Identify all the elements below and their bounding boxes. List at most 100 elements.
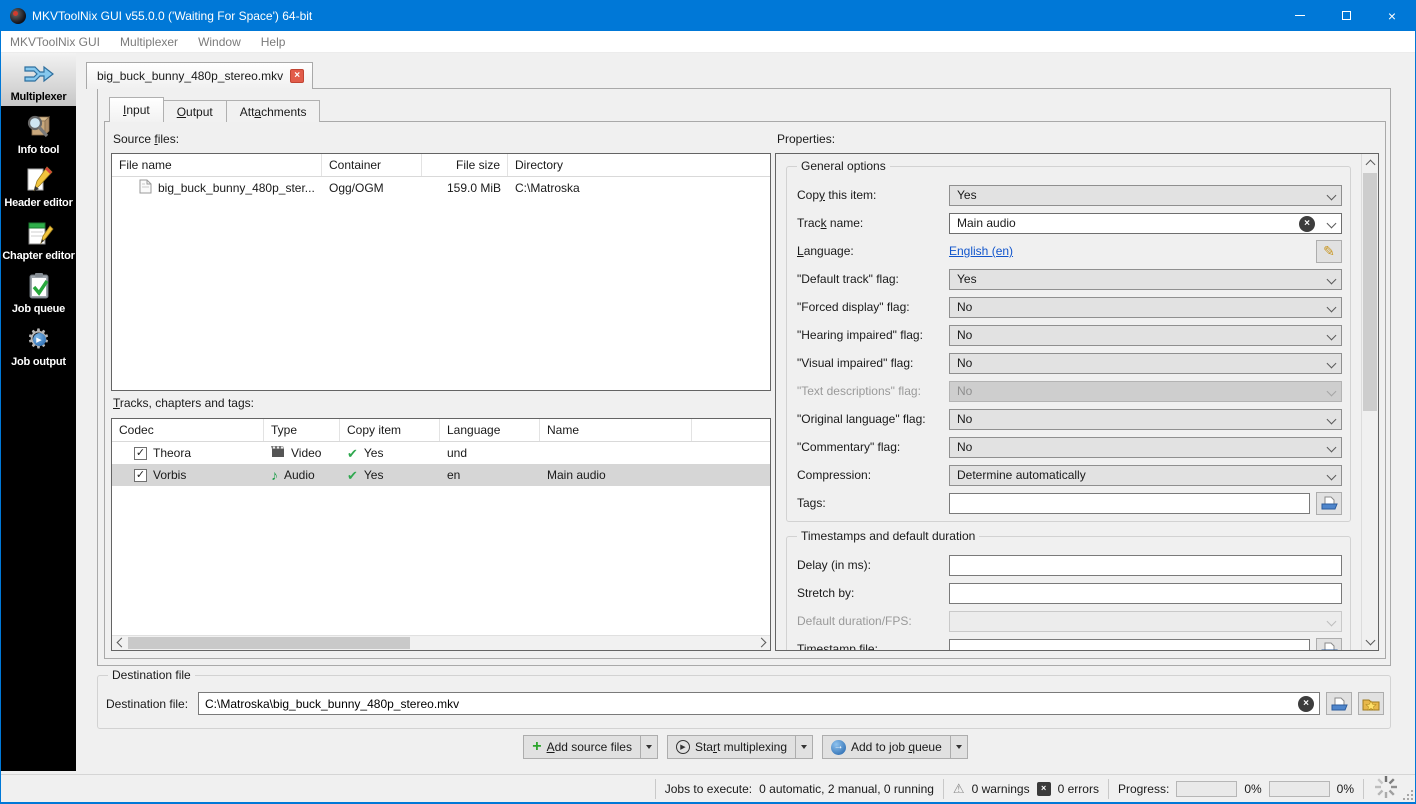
- file-tab[interactable]: big_buck_bunny_480p_stereo.mkv ×: [86, 62, 313, 89]
- dropdown-arrow-icon: [956, 745, 962, 749]
- sidebar-item-job-output[interactable]: ⚙ ▶ Job output: [1, 318, 76, 371]
- scroll-right-icon[interactable]: [755, 636, 770, 649]
- add-source-files-dropdown[interactable]: [640, 736, 657, 758]
- col-directory[interactable]: Directory: [508, 154, 770, 176]
- play-icon: ▶: [676, 740, 690, 754]
- add-to-job-queue-button[interactable]: →Add to job queue: [822, 735, 968, 759]
- chevron-down-icon: [1327, 302, 1337, 312]
- scroll-left-icon[interactable]: [112, 636, 127, 649]
- resize-grip[interactable]: [1403, 790, 1413, 800]
- chevron-down-icon: [1327, 442, 1337, 452]
- clear-icon[interactable]: ×: [1299, 216, 1315, 232]
- track-checkbox[interactable]: ✓: [134, 469, 147, 482]
- window-title: MKVToolNix GUI v55.0.0 ('Waiting For Spa…: [32, 9, 312, 23]
- commentary-flag-label: "Commentary" flag:: [797, 440, 949, 454]
- track-name-combobox[interactable]: Main audio×: [949, 213, 1342, 234]
- chevron-down-icon: [1327, 274, 1337, 284]
- close-icon: ×: [1388, 9, 1396, 23]
- video-track-icon: [271, 445, 285, 461]
- file-icon: [139, 179, 152, 197]
- tags-label: Tags:: [797, 496, 949, 510]
- language-link[interactable]: English (en): [949, 244, 1013, 258]
- warnings-count: 0 warnings: [972, 782, 1030, 796]
- compression-select[interactable]: Determine automatically: [949, 465, 1342, 486]
- col-type[interactable]: Type: [264, 419, 340, 441]
- scrollbar-thumb[interactable]: [1363, 173, 1377, 411]
- sidebar-item-header-editor[interactable]: Header editor: [1, 159, 76, 212]
- stretch-by-input[interactable]: [949, 583, 1342, 604]
- delay-input[interactable]: [949, 555, 1342, 576]
- tracks-label: Tracks, chapters and tags:: [113, 396, 254, 410]
- col-file-name[interactable]: File name: [112, 154, 322, 176]
- open-file-icon: [1331, 697, 1348, 711]
- tracks-horizontal-scrollbar[interactable]: [112, 635, 770, 650]
- tab-close-icon[interactable]: ×: [290, 69, 304, 83]
- add-source-files-button[interactable]: +Add source files: [523, 735, 658, 759]
- chevron-down-icon: [1327, 218, 1337, 228]
- timestamp-file-input[interactable]: [949, 639, 1310, 651]
- sidebar-item-chapter-editor[interactable]: Chapter editor: [1, 212, 76, 265]
- col-codec[interactable]: Codec: [112, 419, 264, 441]
- minimize-icon: [1295, 15, 1305, 16]
- start-multiplexing-button[interactable]: ▶Start multiplexing: [667, 735, 813, 759]
- recent-destination-button[interactable]: [1358, 692, 1384, 715]
- source-file-name: big_buck_bunny_480p_ster...: [158, 181, 315, 195]
- forced-display-flag-label: "Forced display" flag:: [797, 300, 949, 314]
- default-track-flag-select[interactable]: Yes: [949, 269, 1342, 290]
- tab-output[interactable]: Output: [163, 100, 227, 122]
- copy-this-item-select[interactable]: Yes: [949, 185, 1342, 206]
- visual-impaired-flag-select[interactable]: No: [949, 353, 1342, 374]
- language-label: Language:: [797, 244, 949, 258]
- destination-file-input[interactable]: [198, 692, 1320, 715]
- chevron-down-icon: [1327, 386, 1337, 396]
- visual-impaired-flag-label: "Visual impaired" flag:: [797, 356, 949, 370]
- source-files-table: File name Container File size Directory …: [111, 153, 771, 391]
- col-file-size[interactable]: File size: [422, 154, 508, 176]
- commentary-flag-select[interactable]: No: [949, 437, 1342, 458]
- menu-multiplexer[interactable]: Multiplexer: [110, 31, 188, 52]
- tab-attachments[interactable]: Attachments: [226, 100, 321, 122]
- col-name[interactable]: Name: [540, 419, 692, 441]
- add-to-job-queue-dropdown[interactable]: [950, 736, 967, 758]
- warning-icon: ⚠: [953, 782, 965, 795]
- properties-vertical-scrollbar[interactable]: [1361, 154, 1378, 650]
- menu-help[interactable]: Help: [251, 31, 296, 52]
- maximize-button[interactable]: [1323, 0, 1369, 31]
- destination-file-label: Destination file:: [106, 697, 192, 711]
- input-tab-panel: Source files: File name Container File s…: [104, 121, 1386, 659]
- clear-icon[interactable]: ×: [1298, 696, 1314, 712]
- scroll-up-icon[interactable]: [1362, 154, 1378, 171]
- track-checkbox[interactable]: ✓: [134, 447, 147, 460]
- timestamps-group: Timestamps and default duration Delay (i…: [786, 536, 1351, 650]
- start-multiplexing-dropdown[interactable]: [795, 736, 812, 758]
- tab-input[interactable]: Input: [109, 97, 164, 122]
- source-file-row[interactable]: big_buck_bunny_480p_ster... Ogg/OGM 159.…: [112, 177, 770, 199]
- minimize-button[interactable]: [1277, 0, 1323, 31]
- sidebar-item-info-tool[interactable]: Info tool: [1, 106, 76, 159]
- original-language-flag-select[interactable]: No: [949, 409, 1342, 430]
- menu-window[interactable]: Window: [188, 31, 251, 52]
- scroll-down-icon[interactable]: [1362, 633, 1378, 650]
- browse-destination-button[interactable]: [1326, 692, 1352, 715]
- browse-tags-button[interactable]: [1316, 492, 1342, 515]
- col-language[interactable]: Language: [440, 419, 540, 441]
- hearing-impaired-flag-select[interactable]: No: [949, 325, 1342, 346]
- sidebar-item-job-queue[interactable]: Job queue: [1, 265, 76, 318]
- browse-timestamp-button[interactable]: [1316, 638, 1342, 651]
- col-container[interactable]: Container: [322, 154, 422, 176]
- col-copy-item[interactable]: Copy item: [340, 419, 440, 441]
- track-row-video[interactable]: ✓ Theora Video ✔ Yes und: [112, 442, 770, 464]
- sidebar-item-multiplexer[interactable]: Multiplexer: [1, 53, 76, 106]
- multiplexer-merge-icon: [23, 58, 55, 90]
- source-file-size: 159.0 MiB: [447, 181, 501, 195]
- track-row-audio[interactable]: ✓ Vorbis ♪ Audio ✔ Yes en: [112, 464, 770, 486]
- destination-group: Destination file Destination file: ×: [97, 675, 1391, 729]
- edit-language-button[interactable]: ✎: [1316, 240, 1342, 263]
- source-file-container: Ogg/OGM: [329, 181, 384, 195]
- tags-input[interactable]: [949, 493, 1310, 514]
- menu-mkvtoolnix-gui[interactable]: MKVToolNix GUI: [1, 31, 110, 52]
- scrollbar-thumb[interactable]: [128, 637, 410, 649]
- close-button[interactable]: ×: [1369, 0, 1415, 31]
- tracks-header: Codec Type Copy item Language Name: [112, 419, 770, 442]
- forced-display-flag-select[interactable]: No: [949, 297, 1342, 318]
